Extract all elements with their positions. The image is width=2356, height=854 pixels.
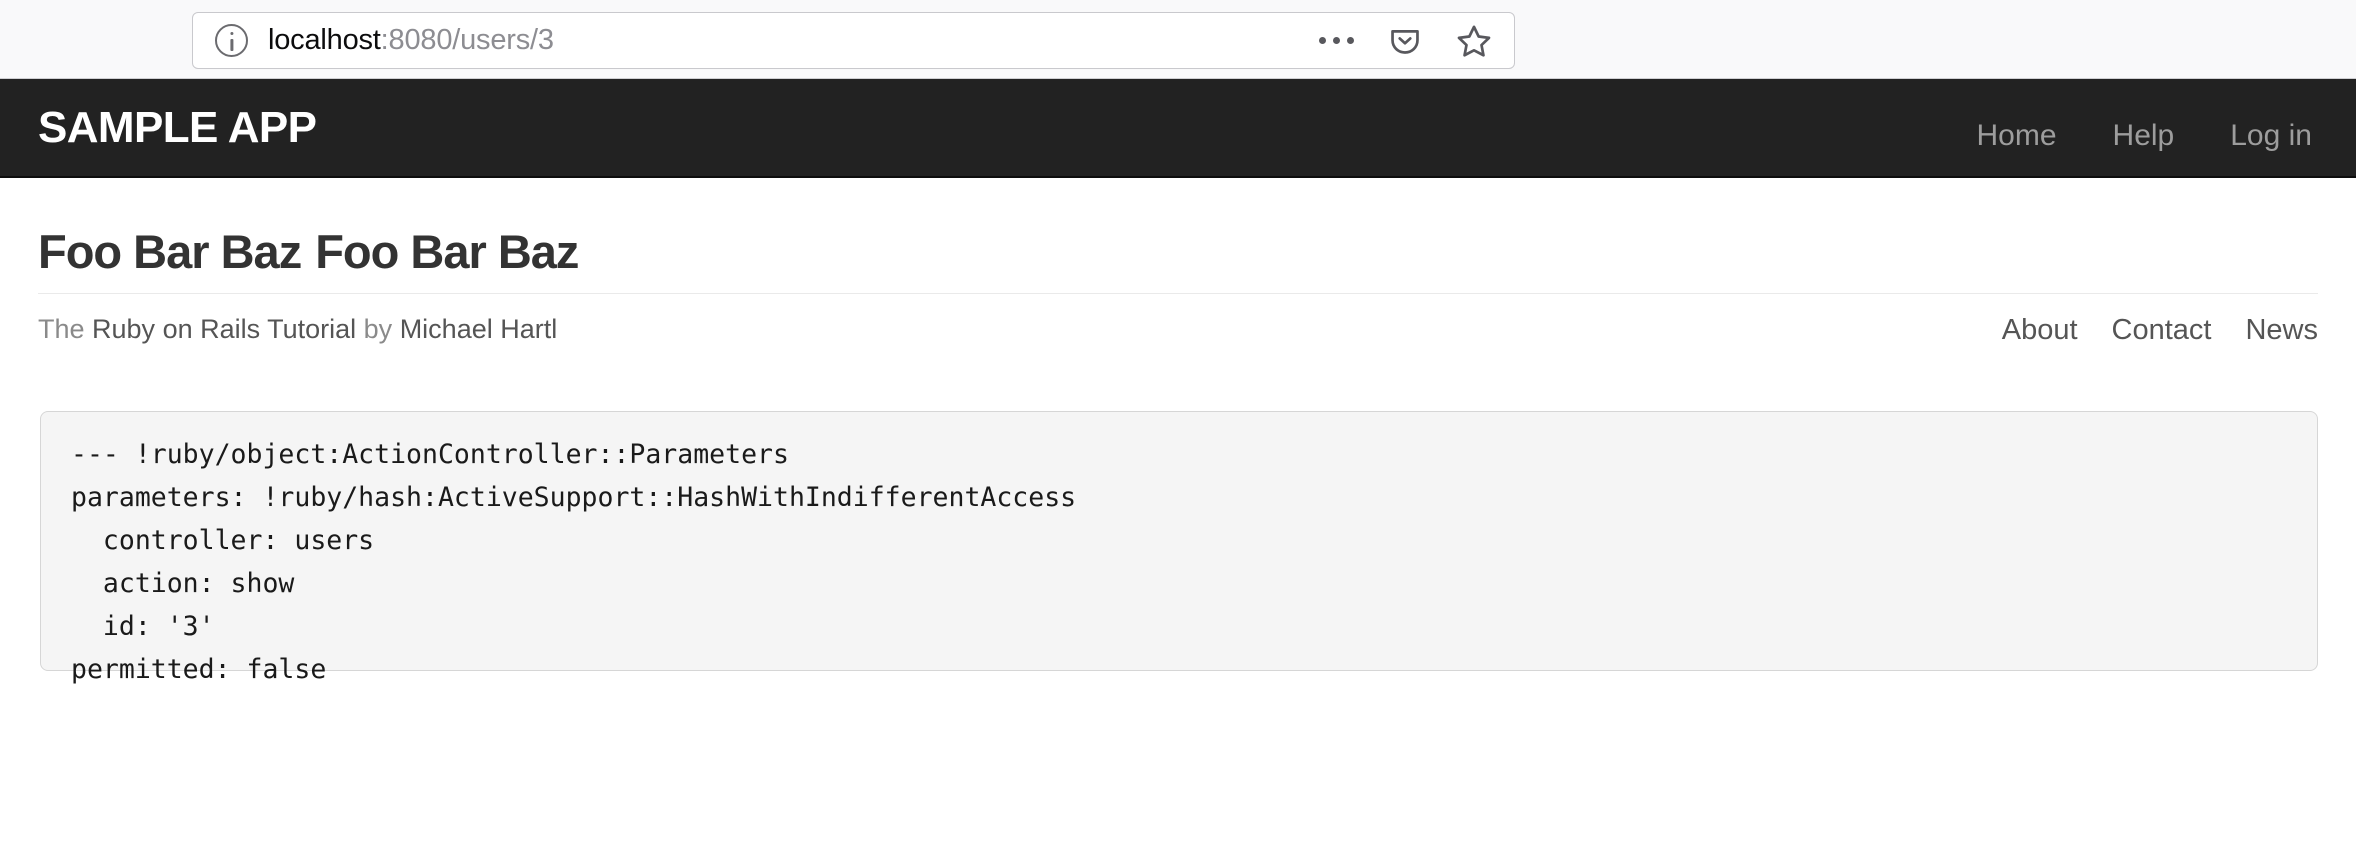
page-actions-icon[interactable]	[1319, 37, 1354, 44]
footer-text-the: The	[38, 314, 93, 344]
browser-chrome: localhost:8080/users/3	[0, 0, 2356, 79]
brand-logo[interactable]: SAMPLE APP	[38, 105, 317, 150]
pocket-icon[interactable]	[1388, 24, 1422, 58]
footer-text-by: by	[356, 314, 400, 344]
bookmark-star-icon[interactable]	[1456, 23, 1492, 59]
footer-link-author[interactable]: Michael Hartl	[400, 314, 558, 344]
primary-nav: Home Help Log in	[1949, 119, 2316, 153]
footer-credit: The Ruby on Rails Tutorial by Michael Ha…	[38, 314, 557, 345]
debug-parameters-text: --- !ruby/object:ActionController::Param…	[71, 439, 1077, 685]
nav-link-login[interactable]: Log in	[2202, 119, 2316, 152]
site-navbar: SAMPLE APP Home Help Log in	[0, 79, 2356, 178]
address-bar-text: localhost:8080/users/3	[268, 24, 554, 57]
footer-link-contact[interactable]: Contact	[2078, 314, 2212, 346]
page-container: Foo Bar Baz Foo Bar Baz The Ruby on Rails…	[0, 178, 2356, 347]
page-title-part-2: Foo Bar Baz	[315, 225, 579, 278]
address-bar-actions	[1319, 23, 1496, 59]
footer-item-news[interactable]: News	[2211, 314, 2318, 347]
footer-nav: About Contact News	[1968, 314, 2318, 347]
url-host: localhost	[268, 24, 381, 56]
debug-parameters-panel: --- !ruby/object:ActionController::Param…	[40, 411, 2318, 685]
footer-link-tutorial[interactable]: Ruby on Rails Tutorial	[92, 314, 356, 344]
nav-link-home[interactable]: Home	[1949, 119, 2085, 152]
address-bar[interactable]: localhost:8080/users/3	[192, 12, 1515, 69]
url-path: :8080/users/3	[380, 24, 554, 56]
nav-item-login[interactable]: Log in	[2202, 119, 2316, 153]
page-title-part-1: Foo Bar Baz	[38, 225, 302, 278]
footer-link-news[interactable]: News	[2211, 314, 2318, 346]
site-footer: The Ruby on Rails Tutorial by Michael Ha…	[38, 293, 2318, 347]
nav-link-help[interactable]: Help	[2085, 119, 2203, 152]
footer-item-about[interactable]: About	[1968, 314, 2078, 347]
footer-item-contact[interactable]: Contact	[2078, 314, 2212, 347]
nav-item-home[interactable]: Home	[1949, 119, 2085, 153]
info-circle-icon[interactable]	[215, 24, 248, 57]
page-title: Foo Bar Baz Foo Bar Baz	[38, 178, 2318, 278]
footer-link-about[interactable]: About	[1968, 314, 2078, 346]
nav-item-help[interactable]: Help	[2085, 119, 2203, 153]
